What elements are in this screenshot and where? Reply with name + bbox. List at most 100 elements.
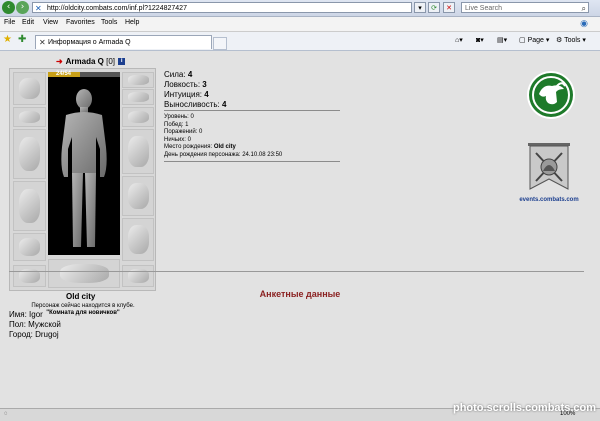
info-value: 24.10.08 23:50 <box>242 151 283 158</box>
bottom-right-slot[interactable] <box>122 265 154 287</box>
menu-edit[interactable]: Edit <box>22 19 34 26</box>
profile-row: Пол: Мужской <box>9 320 61 330</box>
info-row: Ничьих: 0 <box>164 137 282 145</box>
page-icon: ✕ <box>35 4 42 13</box>
stop-button[interactable]: ✕ <box>443 2 455 13</box>
profile-row: Имя: Igor <box>9 310 61 320</box>
page-menu-button[interactable]: ▢ Page ▾ <box>519 36 549 44</box>
stat-label: Интуиция: <box>164 90 202 99</box>
bottom-left-slot[interactable] <box>13 265 46 287</box>
info-value: 0 <box>199 129 203 136</box>
info-value: 1 <box>185 121 189 128</box>
info-label: День рождения персонажа: <box>164 151 241 158</box>
tools-menu-label: Tools <box>564 37 581 44</box>
info-value: Old city <box>213 144 236 151</box>
amulet-slot[interactable] <box>48 259 120 288</box>
tab-active[interactable]: ✕ Информация о Armada Q <box>35 35 212 49</box>
character-name-line: ➜ Armada Q [0] i <box>56 57 126 66</box>
watermark-text: photo.scrolls.combats.com <box>452 402 596 414</box>
info-label: Место рождения: <box>164 144 213 151</box>
info-value: 0 <box>187 136 191 143</box>
stat-row: Сила: 4 <box>164 70 226 80</box>
profile-label: Пол: <box>9 320 26 329</box>
bracers-slot[interactable] <box>13 107 46 127</box>
ring-slot-1[interactable] <box>122 72 154 88</box>
refresh-button[interactable]: ⟳ <box>428 2 440 13</box>
toolbar-extension-icon[interactable]: ◉ <box>580 18 588 29</box>
stat-value: 4 <box>187 70 193 79</box>
tools-menu-button[interactable]: ⚙ Tools ▾ <box>556 36 586 44</box>
menu-file[interactable]: File <box>4 19 15 26</box>
stat-value: 4 <box>222 100 227 109</box>
info-label: Ничьих: <box>164 136 186 143</box>
stat-label: Ловкость: <box>164 80 201 89</box>
forward-button[interactable]: › <box>16 1 29 14</box>
tab-page-icon: ✕ <box>39 38 46 47</box>
profile-heading: Анкетные данные <box>259 289 341 299</box>
leggings-slot[interactable] <box>122 176 154 216</box>
print-icon[interactable]: ▤▾ <box>497 36 507 44</box>
paperdoll: 24/54 <box>9 68 156 291</box>
menu-bar: File Edit View Favorites Tools Help ◉ <box>0 17 600 32</box>
home-icon[interactable]: ⌂▾ <box>455 36 463 44</box>
menu-favorites[interactable]: Favorites <box>66 19 95 26</box>
menu-view[interactable]: View <box>43 19 58 26</box>
gloves-slot[interactable] <box>122 107 154 127</box>
search-icon[interactable]: ⌕ <box>582 3 586 14</box>
back-button[interactable]: ‹ <box>2 1 15 14</box>
favorites-star-icon[interactable]: ★ <box>3 35 12 45</box>
add-favorites-icon[interactable]: ✚ <box>18 35 26 45</box>
menu-tools[interactable]: Tools <box>101 19 117 26</box>
shield-slot[interactable] <box>122 129 154 174</box>
profile-value: Igor <box>29 310 43 319</box>
helmet-slot[interactable] <box>13 72 46 105</box>
feeds-icon[interactable]: ◙▾ <box>476 36 484 44</box>
profile-row: Город: Drugoj <box>9 330 61 340</box>
page-content: ➜ Armada Q [0] i 24/54 Old city Персонаж… <box>0 51 600 408</box>
info-label: Уровень: <box>164 114 189 120</box>
stat-row: Выносливость: 4 <box>164 100 226 110</box>
info-value: 0 <box>190 114 194 120</box>
profile-block: Имя: Igor Пол: Мужской Город: Drugoj <box>9 310 61 340</box>
events-link[interactable]: events.combats.com <box>512 197 586 203</box>
profile-label: Имя: <box>9 310 27 319</box>
private-message-arrow-icon[interactable]: ➜ <box>56 57 63 66</box>
location-text: Персонаж сейчас находится в клубе. <box>31 303 135 309</box>
tab-bar: ★ ✚ ✕ Информация о Armada Q ⌂▾ ◙▾ ▤▾ ▢ P… <box>0 32 600 51</box>
stat-label: Сила: <box>164 70 186 79</box>
character-silhouette <box>48 77 120 255</box>
info-icon[interactable]: i <box>118 58 126 66</box>
address-bar-row: ‹ › ✕ http://oldcity.combats.com/inf.pl?… <box>0 0 600 17</box>
boots-slot[interactable] <box>122 218 154 261</box>
search-input[interactable]: Live Search ⌕ <box>461 2 589 13</box>
info-row: Уровень: 0 <box>164 114 282 122</box>
character-name: Armada Q <box>65 57 104 66</box>
info-row: Поражений: 0 <box>164 129 282 137</box>
stats-divider <box>164 110 340 111</box>
armor-slot[interactable] <box>13 181 46 231</box>
search-placeholder: Live Search <box>465 5 502 12</box>
body-figure-icon <box>61 89 107 247</box>
info-block: Уровень: 0 Побед: 1 Поражений: 0 Ничьих:… <box>164 114 282 160</box>
address-dropdown-button[interactable]: ▾ <box>414 2 426 13</box>
info-row: День рождения персонажа: 24.10.08 23:50 <box>164 152 282 160</box>
profile-label: Город: <box>9 330 33 339</box>
stat-row: Ловкость: 3 <box>164 80 226 90</box>
ring-slot-2[interactable] <box>122 89 154 105</box>
profile-value: Drugoj <box>35 330 59 339</box>
new-tab-button[interactable] <box>213 37 227 50</box>
stats-block: Сила: 4 Ловкость: 3 Интуиция: 4 Вынослив… <box>164 70 226 110</box>
character-level: [0] <box>106 57 116 66</box>
info-label: Поражений: <box>164 129 198 136</box>
stat-value: 4 <box>204 90 209 99</box>
weapon-slot[interactable] <box>13 129 46 179</box>
menu-help[interactable]: Help <box>125 19 139 26</box>
stat-label: Выносливость: <box>164 100 220 109</box>
address-input[interactable]: ✕ http://oldcity.combats.com/inf.pl?1224… <box>32 2 412 13</box>
belt-slot[interactable] <box>13 233 46 261</box>
stat-row: Интуиция: 4 <box>164 90 226 100</box>
section-divider <box>9 271 584 272</box>
clan-goat-emblem[interactable] <box>526 70 576 120</box>
tab-title: Информация о Armada Q <box>48 39 131 46</box>
stat-value: 3 <box>202 80 207 89</box>
